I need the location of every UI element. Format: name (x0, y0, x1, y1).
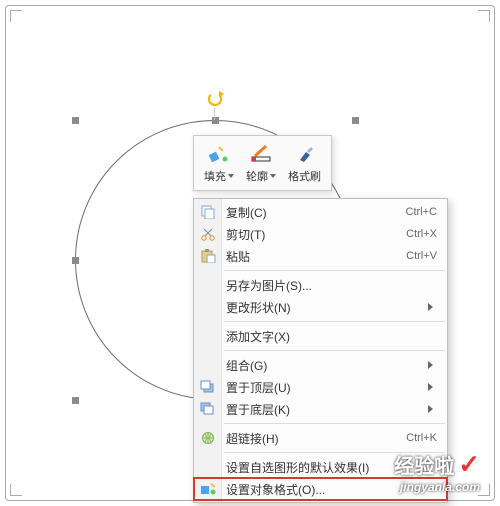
outline-label: 轮廓 (246, 168, 268, 184)
shortcut: Ctrl+X (406, 228, 437, 240)
separator (224, 423, 445, 424)
menu-label: 粘贴 (226, 248, 406, 265)
format-brush-button[interactable]: 格式刷 (282, 140, 327, 186)
menu-label: 置于顶层(U) (226, 379, 422, 396)
menu-label: 另存为图片(S)... (226, 277, 437, 294)
menu-label: 复制(C) (226, 204, 406, 221)
fill-icon (206, 142, 232, 166)
menu-hyperlink[interactable]: 超链接(H) Ctrl+K (194, 427, 447, 449)
menu-save-as-picture[interactable]: 另存为图片(S)... (194, 274, 447, 296)
submenu-arrow-icon (428, 361, 437, 369)
copy-icon (198, 203, 218, 221)
menu-label: 设置自选图形的默认效果(I) (226, 459, 437, 476)
menu-label: 添加文字(X) (226, 328, 437, 345)
hyperlink-icon (198, 429, 218, 447)
fill-button[interactable]: 填充 (198, 140, 240, 186)
fill-label: 填充 (204, 168, 226, 184)
format-brush-icon (292, 142, 318, 166)
menu-label: 置于底层(K) (226, 401, 422, 418)
shortcut: Ctrl+C (406, 206, 437, 218)
format-brush-label: 格式刷 (288, 168, 321, 184)
menu-object-format[interactable]: 设置对象格式(O)... (194, 478, 447, 500)
cut-icon (198, 225, 218, 243)
menu-copy[interactable]: 复制(C) Ctrl+C (194, 201, 447, 223)
send-back-icon (198, 400, 218, 418)
menu-paste[interactable]: 粘贴 Ctrl+V (194, 245, 447, 267)
outline-icon (248, 142, 274, 166)
bring-front-icon (198, 378, 218, 396)
dropdown-arrow-icon (270, 174, 276, 181)
submenu-arrow-icon (428, 405, 437, 413)
menu-label: 更改形状(N) (226, 299, 422, 316)
submenu-arrow-icon (428, 303, 437, 311)
separator (224, 350, 445, 351)
separator (224, 321, 445, 322)
menu-bring-front[interactable]: 置于顶层(U) (194, 376, 447, 398)
menu-default-effect[interactable]: 设置自选图形的默认效果(I) (194, 456, 447, 478)
paste-icon (198, 247, 218, 265)
selection-handle[interactable] (72, 397, 79, 404)
menu-label: 剪切(T) (226, 226, 406, 243)
selection-handle[interactable] (352, 117, 359, 124)
menu-send-back[interactable]: 置于底层(K) (194, 398, 447, 420)
menu-add-text[interactable]: 添加文字(X) (194, 325, 447, 347)
separator (224, 452, 445, 453)
menu-label: 超链接(H) (226, 430, 406, 447)
menu-label: 设置对象格式(O)... (226, 481, 437, 498)
outline-button[interactable]: 轮廓 (240, 140, 282, 186)
menu-label: 组合(G) (226, 357, 422, 374)
menu-cut[interactable]: 剪切(T) Ctrl+X (194, 223, 447, 245)
context-menu: 复制(C) Ctrl+C 剪切(T) Ctrl+X 粘贴 Ctrl+V 另存为图… (193, 198, 448, 503)
selection-handle[interactable] (72, 257, 79, 264)
shortcut: Ctrl+V (406, 250, 437, 262)
rotation-handle[interactable] (208, 92, 222, 106)
separator (224, 270, 445, 271)
submenu-arrow-icon (428, 383, 437, 391)
shortcut: Ctrl+K (406, 432, 437, 444)
mini-toolbar: 填充 轮廓 格式刷 (193, 135, 332, 191)
selection-handle[interactable] (72, 117, 79, 124)
rotation-connector (214, 108, 215, 120)
dropdown-arrow-icon (228, 174, 234, 181)
menu-group[interactable]: 组合(G) (194, 354, 447, 376)
menu-change-shape[interactable]: 更改形状(N) (194, 296, 447, 318)
object-format-icon (198, 480, 218, 498)
